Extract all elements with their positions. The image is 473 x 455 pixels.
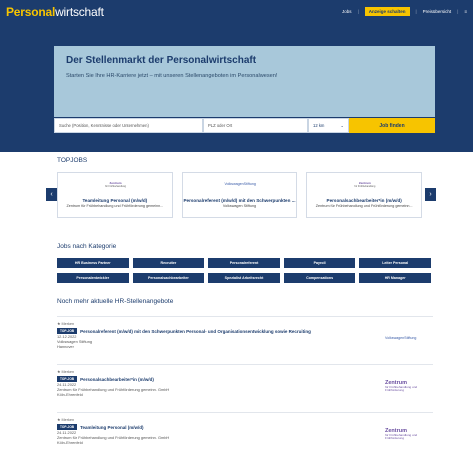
topjob-title: Teamleitung Personal (m/w/d) (82, 198, 148, 203)
chevron-right-icon[interactable]: › (425, 188, 436, 201)
category-button[interactable]: HR Manager (359, 273, 431, 283)
topjobs-heading: TOPJOBS (57, 157, 88, 164)
nav-prices-link[interactable]: Preisübersicht (423, 9, 452, 14)
nav-separator: | (457, 9, 459, 14)
category-button[interactable]: HR Business Partner (57, 258, 129, 268)
nav-separator: | (357, 9, 359, 14)
listings-heading: Noch mehr aktuelle HR-Stellenangebote (57, 298, 174, 305)
job-location: Köln-Ehrenfeld (57, 392, 83, 397)
category-button[interactable]: Personalentwickler (57, 273, 129, 283)
category-button[interactable]: Leiter Personal (359, 258, 431, 268)
radius-select[interactable]: 12 km ⌄ (308, 118, 349, 133)
list-item[interactable]: ★ Merken TOP-JOB Personalsachbearbeiter*… (57, 364, 433, 412)
company-logo: VolkswagenStiftung (385, 329, 429, 347)
radius-value: 12 km (313, 123, 325, 128)
hero-box: Der Stellenmarkt der Personalwirtschaft … (54, 46, 435, 117)
job-location: Hannover (57, 344, 74, 349)
remember-link[interactable]: ★ Merken (57, 369, 433, 374)
logo-subtext: für Frühbehandlung und Frühförderung (385, 384, 418, 392)
category-button[interactable]: Spezialist Arbeitsrecht (208, 273, 280, 283)
category-button[interactable]: Personalreferent (208, 258, 280, 268)
remember-label: Merken (61, 418, 75, 422)
menu-icon[interactable]: ≡ (464, 9, 467, 14)
page: Personalwirtschaft Jobs | Anzeige schalt… (0, 0, 473, 455)
category-button[interactable]: Payroll (283, 258, 356, 268)
company-logo: Zentrum für Frühbehandlung und Frühförde… (385, 425, 429, 443)
logo-bold: Personal (6, 4, 56, 19)
company-logo: Zentrum für Frühbehandlung (98, 178, 133, 190)
category-button[interactable]: Personalsachbearbeiter (132, 273, 205, 283)
site-logo[interactable]: Personalwirtschaft (6, 5, 104, 19)
categories-heading: Jobs nach Kategorie (57, 243, 117, 250)
topjob-card[interactable]: Zentrum für Frühbehandlung Teamleitung P… (57, 172, 173, 218)
list-item[interactable]: ★ Merken TOP-JOB Personalreferent (m/w/d… (57, 316, 433, 364)
search-input[interactable]: Suche (Position, Kenntnisse oder Unterne… (54, 118, 203, 133)
logo-subtext: für Frühbehandlung und Frühförderung (385, 432, 418, 440)
nav-separator: | (415, 9, 417, 14)
topjob-company: Zentrum für Frühbehandlung und Frühförde… (315, 204, 413, 208)
company-logo: Zentrum für Frühbehandlung (347, 178, 382, 190)
logo-text: VolkswagenStiftung (385, 336, 417, 340)
hero-section: Der Stellenmarkt der Personalwirtschaft … (0, 23, 473, 152)
topjob-company: Volkswagen Stiftung (222, 204, 257, 208)
list-item[interactable]: ★ Merken TOP-JOB Teamleitung Personal (m… (57, 412, 433, 455)
company-logo: VolkswagenStiftung (223, 178, 258, 190)
topjobs-carousel: Zentrum für Frühbehandlung Teamleitung P… (57, 172, 423, 218)
category-grid: HR Business Partner Recruiter Personalre… (57, 258, 431, 283)
remember-label: Merken (61, 370, 75, 374)
topjob-card[interactable]: VolkswagenStiftung Personalreferent (m/w… (181, 172, 298, 218)
logo-subtext: für Frühbehandlung (105, 184, 126, 188)
find-job-button[interactable]: Job finden (349, 118, 435, 133)
chevron-left-icon[interactable]: ‹ (46, 188, 57, 201)
topjob-title: Personalsachbearbeiter*in (m/w/d) (326, 198, 402, 203)
star-icon: ★ (57, 418, 61, 422)
job-title[interactable]: Teamleitung Personal (m/w/d) (80, 425, 143, 430)
remember-link[interactable]: ★ Merken (57, 321, 433, 326)
category-button[interactable]: Recruiter (132, 258, 205, 268)
chevron-down-icon: ⌄ (340, 123, 344, 128)
job-title[interactable]: Personalreferent (m/w/d) mit den Schwerp… (80, 329, 311, 334)
topjob-title: Personalreferent (m/w/d) mit den Schwerp… (183, 198, 296, 203)
logo-subtext: für Frühbehandlung (354, 184, 376, 188)
topjob-card[interactable]: Zentrum für Frühbehandlung Personalsachb… (306, 172, 423, 218)
job-list: ★ Merken TOP-JOB Personalreferent (m/w/d… (57, 316, 433, 455)
star-icon: ★ (57, 322, 61, 326)
top-navigation: Personalwirtschaft Jobs | Anzeige schalt… (0, 0, 473, 23)
header-nav: Jobs | Anzeige schalten | Preisübersicht… (342, 7, 467, 16)
remember-label: Merken (61, 322, 75, 326)
remember-link[interactable]: ★ Merken (57, 417, 433, 422)
job-title[interactable]: Personalsachbearbeiter*in (m/w/d) (80, 377, 154, 382)
post-ad-button[interactable]: Anzeige schalten (364, 7, 410, 16)
topjob-company: Zentrum für Frühbehandlung und Frühförde… (66, 204, 164, 208)
nav-jobs-link[interactable]: Jobs (342, 9, 352, 14)
job-location: Köln-Ehrenfeld (57, 440, 83, 445)
logo-text: VolkswagenStiftung (224, 182, 256, 186)
category-button[interactable]: Compensations (283, 273, 356, 283)
job-search-bar: Suche (Position, Kenntnisse oder Unterne… (54, 118, 435, 133)
hero-title: Der Stellenmarkt der Personalwirtschaft (66, 55, 257, 66)
hero-subtitle: Starten Sie Ihre HR-Karriere jetzt – mit… (66, 73, 278, 79)
logo-rest: wirtschaft (55, 4, 104, 19)
company-logo: Zentrum für Frühbehandlung und Frühförde… (385, 377, 429, 395)
location-input[interactable]: PLZ oder Ort (203, 118, 308, 133)
star-icon: ★ (57, 370, 61, 374)
